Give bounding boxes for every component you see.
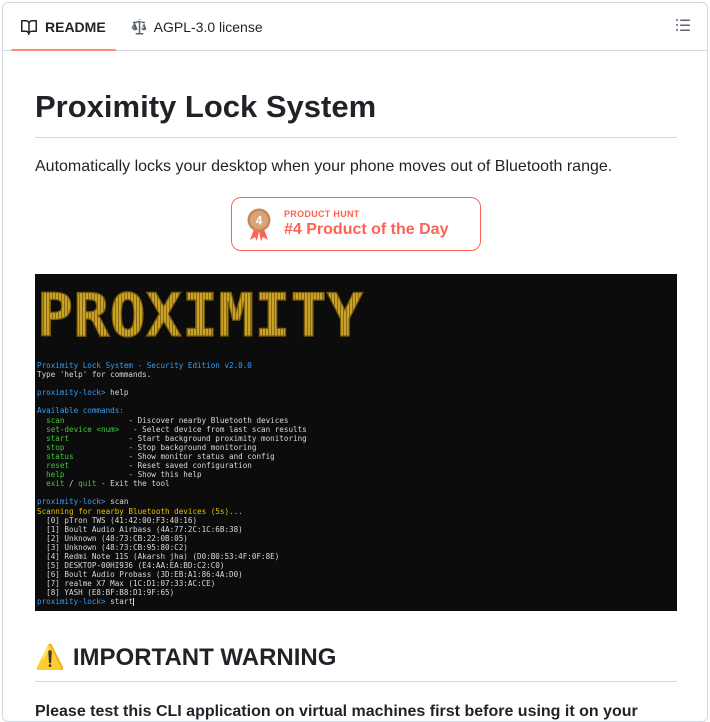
terminal-segment: start	[37, 433, 129, 443]
terminal-line: [2] Unknown (48:73:CB:22:0B:05)	[37, 534, 307, 543]
medal-icon: 4	[246, 207, 272, 241]
svg-text:4: 4	[256, 214, 263, 228]
tab-readme-label: README	[45, 18, 106, 35]
terminal-output: Proximity Lock System - Security Edition…	[37, 361, 307, 607]
terminal-segment: [7] realme X7 Max (1C:D1:07:33:AC:CE)	[37, 579, 216, 589]
terminal-segment: - Discover nearby Bluetooth devices	[128, 415, 289, 425]
list-unordered-icon	[675, 17, 691, 38]
terminal-line: [8] YASH (E8:BF:B8:D1:9F:65)	[37, 588, 307, 597]
terminal-segment: - Show this help	[128, 470, 202, 480]
product-hunt-badge[interactable]: 4 PRODUCT HUNT #4 Product of the Day	[231, 197, 481, 251]
readme-tagline: Automatically locks your desktop when yo…	[35, 158, 613, 175]
terminal-segment: [8] YASH (E8:BF:B8:D1:9F:65)	[37, 588, 175, 598]
terminal-line: stop - Stop background monitoring	[37, 443, 307, 452]
terminal-line: proximity-lock> start	[37, 597, 307, 607]
terminal-segment: [0] pTron TWS (41:42:00:F3:40:16)	[37, 515, 198, 525]
terminal-segment: proximity-lock>	[37, 597, 111, 607]
tab-license[interactable]: AGPL-3.0 license	[120, 3, 273, 50]
terminal-segment: [4] Redmi Note 11S (Akarsh jha) (D0:B0:5…	[37, 551, 280, 561]
terminal-screenshot: PROXIMITY Proximity Lock System - Securi…	[35, 274, 677, 611]
terminal-line: proximity-lock> scan	[37, 497, 307, 506]
terminal-line: Available commands:	[37, 406, 307, 415]
terminal-line: [4] Redmi Note 11S (Akarsh jha) (D0:B0:5…	[37, 552, 307, 561]
terminal-segment: scan	[37, 415, 129, 425]
product-hunt-text: PRODUCT HUNT #4 Product of the Day	[284, 209, 448, 239]
terminal-line: status - Show monitor status and config	[37, 452, 307, 461]
terminal-segment: Available commands:	[37, 406, 124, 416]
terminal-segment: Type 'help' for commands.	[37, 370, 152, 380]
terminal-line: scan - Discover nearby Bluetooth devices	[37, 416, 307, 425]
terminal-line: [6] Boult Audio Probass (3D:EB:A1:86:4A:…	[37, 570, 307, 579]
terminal-line: help - Show this help	[37, 470, 307, 479]
terminal-line: [1] Boult Audio Airbass (4A:77:2C:1C:6B:…	[37, 525, 307, 534]
terminal-segment: - Stop background monitoring	[128, 442, 257, 452]
terminal-segment: [2] Unknown (48:73:CB:22:0B:05)	[37, 533, 188, 543]
terminal-line: [7] realme X7 Max (1C:D1:07:33:AC:CE)	[37, 579, 307, 588]
terminal-line: Type 'help' for commands.	[37, 370, 307, 379]
terminal-line: set-device <num> - Select device from la…	[37, 425, 307, 434]
terminal-segment: scan	[110, 497, 129, 507]
terminal-segment: [1] Boult Audio Airbass (4A:77:2C:1C:6B:…	[37, 524, 243, 534]
terminal-segment: reset	[37, 461, 129, 471]
terminal-segment: Scanning for nearby Bluetooth devices (5…	[37, 506, 243, 516]
terminal-segment: exit	[37, 479, 65, 489]
terminal-line: Scanning for nearby Bluetooth devices (5…	[37, 507, 307, 516]
ascii-banner: PROXIMITY	[36, 280, 367, 351]
terminal-segment: - Select device from last scan results	[128, 424, 307, 434]
terminal-segment: [5] DESKTOP-00HI936 (E4:AA:EA:BD:C2:C0)	[37, 561, 225, 571]
terminal-line: [5] DESKTOP-00HI936 (E4:AA:EA:BD:C2:C0)	[37, 561, 307, 570]
terminal-segment: - Start background proximity monitoring	[128, 433, 307, 443]
tab-readme[interactable]: README	[11, 3, 116, 51]
terminal-cursor	[133, 598, 135, 607]
warning-heading: ⚠️ IMPORTANT WARNING	[35, 641, 677, 682]
tab-license-label: AGPL-3.0 license	[153, 18, 263, 35]
terminal-line: start - Start background proximity monit…	[37, 434, 307, 443]
terminal-line: [3] Unknown (48:73:CB:95:80:C2)	[37, 543, 307, 552]
terminal-line: proximity-lock> help	[37, 388, 307, 397]
terminal-segment: status	[37, 451, 129, 461]
outline-button[interactable]	[673, 17, 693, 37]
warning-text: Please test this CLI application on virt…	[35, 703, 638, 720]
readme-tabbar: README AGPL-3.0 license	[3, 3, 707, 51]
terminal-segment: [3] Unknown (48:73:CB:95:80:C2)	[37, 542, 188, 552]
ascii-banner-text: PROXIMITY	[37, 284, 363, 346]
readme-title: Proximity Lock System	[35, 87, 677, 138]
product-hunt-kicker: PRODUCT HUNT	[284, 209, 360, 219]
terminal-segment: help	[110, 388, 129, 398]
readme-panel: README AGPL-3.0 license Proximity Lock S…	[2, 2, 708, 722]
terminal-segment: proximity-lock>	[37, 497, 111, 507]
warning-icon: ⚠️	[35, 644, 65, 671]
terminal-line: exit / quit - Exit the tool	[37, 479, 307, 488]
book-icon	[21, 19, 37, 35]
warning-heading-text: IMPORTANT WARNING	[72, 644, 337, 671]
terminal-segment: [6] Boult Audio Probass (3D:EB:A1:86:4A:…	[37, 570, 243, 580]
terminal-line: reset - Reset saved configuration	[37, 461, 307, 470]
terminal-line: [0] pTron TWS (41:42:00:F3:40:16)	[37, 516, 307, 525]
terminal-segment: - Exit the tool	[96, 479, 170, 489]
readme-body: Proximity Lock System Automatically lock…	[35, 51, 677, 721]
terminal-segment: proximity-lock>	[37, 388, 111, 398]
terminal-segment: stop	[37, 442, 129, 452]
terminal-segment: - Show monitor status and config	[128, 451, 275, 461]
terminal-segment: - Reset saved configuration	[128, 461, 252, 471]
terminal-segment: Proximity Lock System - Security Edition…	[37, 361, 252, 370]
terminal-line: Proximity Lock System - Security Edition…	[37, 361, 307, 370]
product-hunt-title: #4 Product of the Day	[284, 221, 449, 238]
terminal-segment: help	[37, 470, 129, 480]
terminal-segment: start	[110, 597, 134, 607]
terminal-segment: set-device <num>	[37, 424, 129, 434]
terminal-segment: /	[64, 479, 79, 489]
scale-icon	[130, 18, 146, 35]
terminal-segment: quit	[78, 479, 97, 489]
